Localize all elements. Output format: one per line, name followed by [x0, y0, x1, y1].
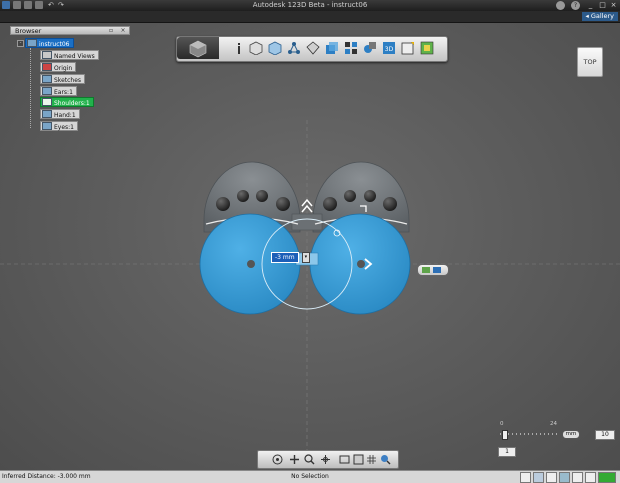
grouping-icon[interactable] [344, 41, 358, 55]
offset-slider: 0 24 mm 10 1 [498, 421, 618, 461]
viewcube[interactable]: TOP [577, 47, 603, 77]
ball [237, 190, 249, 202]
ball [383, 197, 397, 211]
folder-icon [42, 75, 52, 83]
combine-icon[interactable] [363, 41, 377, 55]
browser-item-shoulders[interactable]: Shoulders:1 [40, 97, 94, 107]
body-bridge [291, 213, 323, 231]
window-title: Autodesk 123D Beta - instruct06 [252, 1, 368, 9]
construct-icon[interactable] [287, 41, 301, 55]
distance-dropdown-icon[interactable]: ▾ [301, 252, 310, 263]
sketch-icon[interactable] [268, 41, 282, 55]
performance-icon [598, 472, 616, 483]
ball [256, 190, 268, 202]
browser-item-eyes[interactable]: Eyes:1 [40, 121, 78, 131]
sphere-center-dot [357, 260, 365, 268]
shaded-mode-icon[interactable] [559, 472, 570, 483]
browser-item-sketches[interactable]: Sketches [40, 74, 86, 84]
minimize-button[interactable]: _ [585, 1, 596, 9]
home-menu-button[interactable] [177, 37, 219, 59]
user-icon[interactable] [556, 1, 565, 10]
browser-item-named-views[interactable]: Named Views [40, 50, 99, 60]
browser-item-root[interactable]: instruct06 [25, 38, 74, 48]
unit-button[interactable]: mm [562, 430, 580, 439]
ball [344, 190, 356, 202]
close-button[interactable]: × [608, 1, 619, 9]
grid-snap-icon[interactable] [520, 472, 531, 483]
tree-guide [30, 48, 31, 128]
snap-icon[interactable] [380, 454, 391, 465]
help-icon[interactable]: ? [571, 1, 580, 10]
step-value-input[interactable]: 1 [498, 447, 516, 457]
material-icon[interactable] [420, 41, 434, 55]
eye-icon[interactable] [42, 110, 52, 118]
snap-toggle-icon[interactable] [533, 472, 544, 483]
browser-item-ears[interactable]: Ears:1 [40, 86, 77, 96]
extrude-icon[interactable] [422, 267, 430, 273]
text-icon[interactable] [401, 41, 415, 55]
eye-icon[interactable] [42, 87, 52, 95]
ball [323, 197, 337, 211]
mini-toolbar[interactable] [417, 264, 449, 276]
info-icon[interactable] [232, 41, 246, 55]
navigation-bar [257, 450, 399, 469]
ball [364, 190, 376, 202]
folder-icon [42, 51, 52, 59]
modify-icon[interactable] [306, 41, 320, 55]
measure-icon[interactable]: 3D [382, 41, 396, 55]
pin-icon[interactable]: ▫ [107, 27, 115, 34]
browser-close-icon[interactable]: × [119, 27, 127, 34]
pattern-icon[interactable] [325, 41, 339, 55]
ball [276, 197, 290, 211]
ball [216, 197, 230, 211]
browser-panel: Browser ▫ × - instruct06 Named Views Ori… [10, 26, 130, 131]
fit-icon[interactable] [320, 454, 331, 465]
display-icon[interactable] [353, 454, 364, 465]
slider-track[interactable] [500, 433, 558, 435]
slider-min-label: 0 [500, 421, 504, 427]
browser-item-origin[interactable]: Origin [40, 62, 77, 72]
status-bar: Inferred Distance: -3.000 mm No Selectio… [0, 470, 620, 483]
distance-input-group[interactable]: -3 mm ▾ [271, 252, 310, 263]
maximize-button[interactable]: □ [597, 1, 608, 9]
display-mode-icon[interactable] [546, 472, 557, 483]
collapse-icon[interactable]: - [17, 40, 24, 47]
slider-max-label: 24 [550, 421, 557, 427]
eye-icon[interactable] [42, 98, 52, 106]
layout-icon[interactable] [585, 472, 596, 483]
zoom-icon[interactable] [304, 454, 315, 465]
view-icon[interactable] [339, 454, 350, 465]
svg-text:3D: 3D [385, 46, 394, 53]
grid-icon[interactable] [366, 454, 377, 465]
slider-thumb[interactable] [502, 430, 508, 440]
primitives-icon[interactable] [249, 41, 263, 55]
eye-icon[interactable] [42, 122, 52, 130]
gallery-tab[interactable]: ◂ Gallery [581, 12, 618, 21]
component-icon [27, 39, 37, 47]
visual-style-icon[interactable] [572, 472, 583, 483]
home-icon [189, 40, 207, 58]
ribbon-bar: ◂ Gallery [0, 11, 620, 23]
main-toolbar: 3D [176, 36, 448, 62]
slider-value-input[interactable]: 10 [595, 430, 615, 440]
browser-item-hand[interactable]: Hand:1 [40, 109, 80, 119]
sphere-center-dot [247, 260, 255, 268]
orbit-icon[interactable] [272, 454, 283, 465]
browser-header: Browser ▫ × [10, 26, 130, 35]
origin-icon [42, 63, 52, 71]
pan-icon[interactable] [289, 454, 300, 465]
settings-icon[interactable] [433, 267, 441, 273]
distance-input[interactable]: -3 mm [271, 252, 299, 263]
